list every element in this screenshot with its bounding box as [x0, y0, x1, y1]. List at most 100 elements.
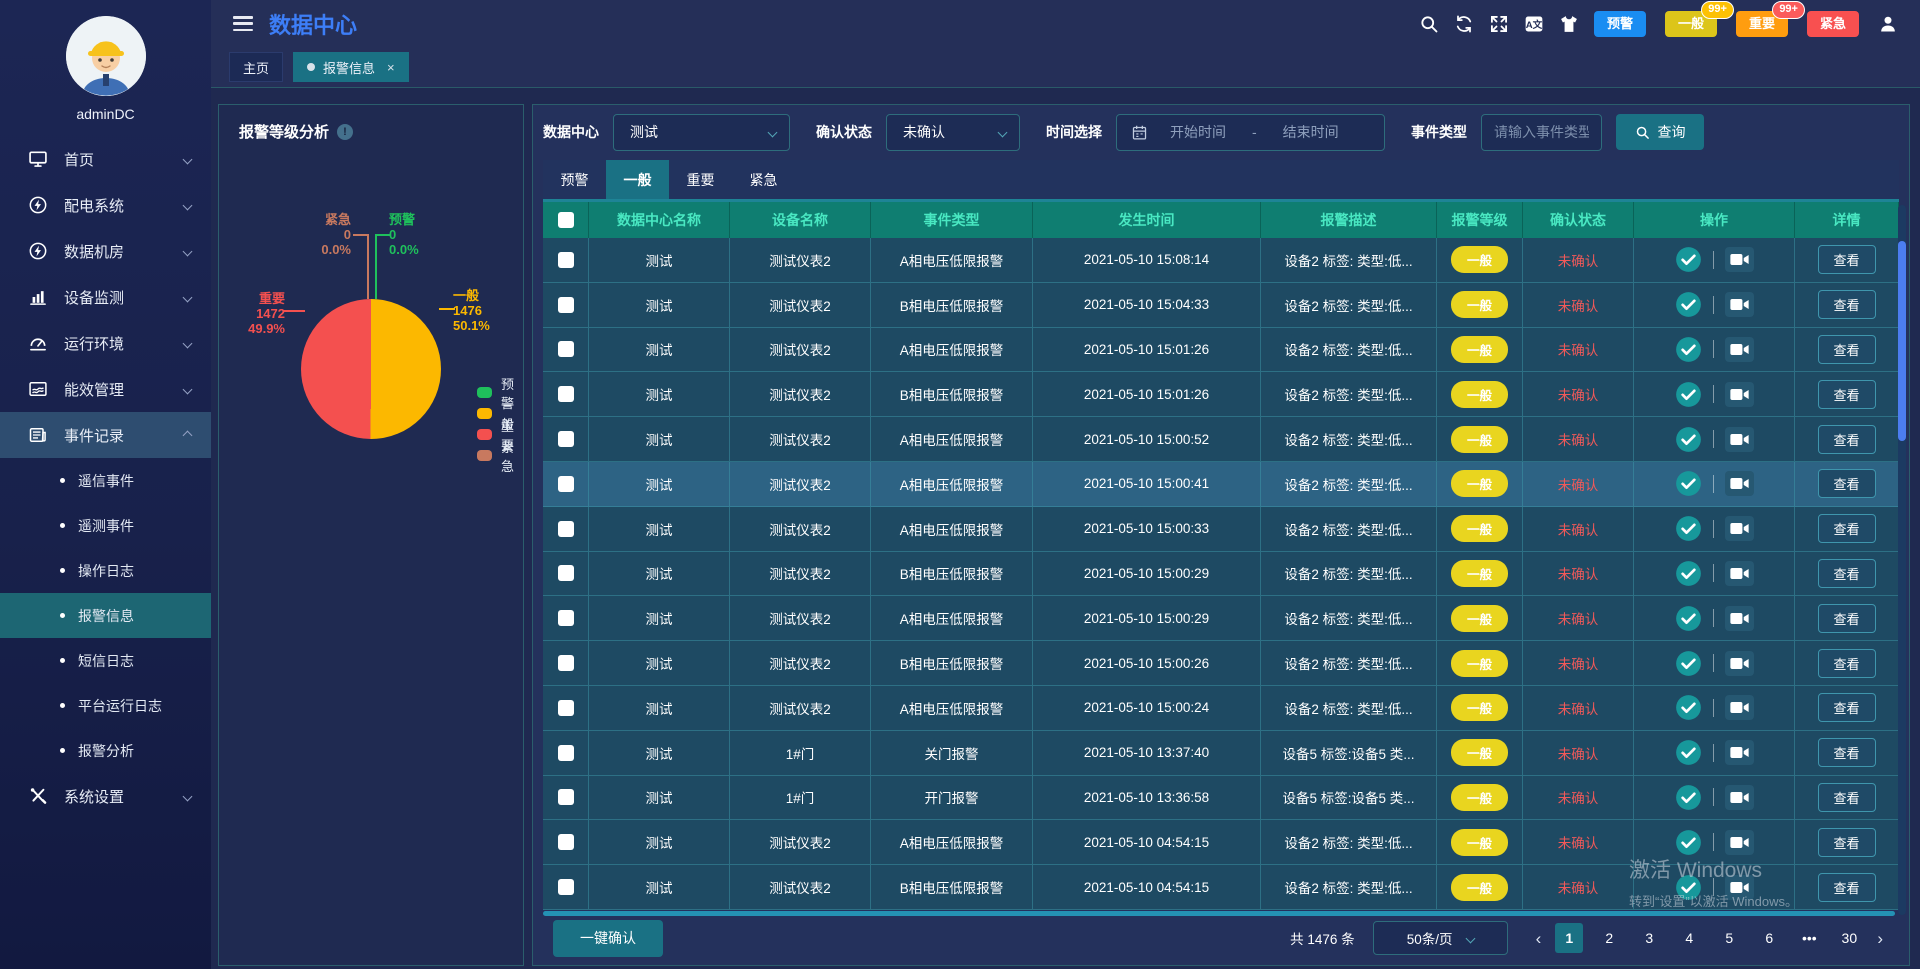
view-button[interactable]: 查看 — [1818, 604, 1876, 633]
confirm-check-icon[interactable] — [1675, 381, 1702, 408]
sidebar-item-data-room[interactable]: 数据机房 — [0, 228, 211, 274]
video-camera-icon[interactable] — [1725, 382, 1754, 407]
confirm-check-icon[interactable] — [1675, 336, 1702, 363]
sidebar-item-events[interactable]: 事件记录 — [0, 412, 211, 458]
view-button[interactable]: 查看 — [1818, 335, 1876, 364]
view-button[interactable]: 查看 — [1818, 873, 1876, 902]
view-button[interactable]: 查看 — [1818, 380, 1876, 409]
translate-icon[interactable]: A文 — [1524, 14, 1544, 34]
legend-item-紧急[interactable]: 紧急 — [477, 445, 523, 466]
sidebar-subitem-operation-log[interactable]: 操作日志 — [0, 548, 211, 593]
confirm-check-icon[interactable] — [1675, 739, 1702, 766]
page-number[interactable]: 2 — [1595, 923, 1623, 953]
video-camera-icon[interactable] — [1725, 561, 1754, 586]
video-camera-icon[interactable] — [1725, 785, 1754, 810]
view-button[interactable]: 查看 — [1818, 425, 1876, 454]
tab-重要[interactable]: 重要 — [669, 160, 732, 199]
confirm-check-icon[interactable] — [1675, 560, 1702, 587]
sidebar-item-device-monitor[interactable]: 设备监测 — [0, 274, 211, 320]
sidebar-item-energy[interactable]: 能效管理 — [0, 366, 211, 412]
page-number[interactable]: 5 — [1715, 923, 1743, 953]
confirm-check-icon[interactable] — [1675, 605, 1702, 632]
alarm-badge-预警[interactable]: 预警 — [1594, 11, 1646, 37]
video-camera-icon[interactable] — [1725, 875, 1754, 900]
page-number[interactable]: 1 — [1555, 923, 1583, 953]
view-button[interactable]: 查看 — [1818, 245, 1876, 274]
row-checkbox[interactable] — [558, 252, 574, 268]
view-button[interactable]: 查看 — [1818, 290, 1876, 319]
page-size-select[interactable]: 50条/页 — [1373, 921, 1508, 955]
row-checkbox[interactable] — [558, 700, 574, 716]
confirm-check-icon[interactable] — [1675, 246, 1702, 273]
tab-预警[interactable]: 预警 — [543, 160, 606, 199]
row-checkbox[interactable] — [558, 879, 574, 895]
sidebar-subitem-remote-signal[interactable]: 遥信事件 — [0, 458, 211, 503]
video-camera-icon[interactable] — [1725, 695, 1754, 720]
confirm-check-icon[interactable] — [1675, 291, 1702, 318]
row-checkbox[interactable] — [558, 610, 574, 626]
row-checkbox[interactable] — [558, 297, 574, 313]
theme-icon[interactable] — [1559, 14, 1579, 34]
video-camera-icon[interactable] — [1725, 651, 1754, 676]
sidebar-subitem-alarm-info[interactable]: 报警信息 — [0, 593, 211, 638]
vertical-scrollbar-thumb[interactable] — [1898, 241, 1906, 441]
sidebar-subitem-platform-log[interactable]: 平台运行日志 — [0, 683, 211, 728]
video-camera-icon[interactable] — [1725, 830, 1754, 855]
row-checkbox[interactable] — [558, 655, 574, 671]
page-number[interactable]: 30 — [1835, 923, 1863, 953]
page-number[interactable]: 3 — [1635, 923, 1663, 953]
confirm-check-icon[interactable] — [1675, 784, 1702, 811]
sidebar-item-settings[interactable]: 系统设置 — [0, 773, 211, 819]
video-camera-icon[interactable] — [1725, 427, 1754, 452]
row-checkbox[interactable] — [558, 565, 574, 581]
confirm-check-icon[interactable] — [1675, 829, 1702, 856]
refresh-icon[interactable] — [1454, 14, 1474, 34]
video-camera-icon[interactable] — [1725, 740, 1754, 765]
tab-一般[interactable]: 一般 — [606, 160, 669, 199]
user-icon[interactable] — [1878, 14, 1898, 34]
confirm-check-icon[interactable] — [1675, 694, 1702, 721]
row-checkbox[interactable] — [558, 431, 574, 447]
confirm-all-button[interactable]: 一键确认 — [553, 920, 663, 957]
view-button[interactable]: 查看 — [1818, 693, 1876, 722]
info-icon[interactable]: ! — [337, 124, 353, 140]
alarm-badge-紧急[interactable]: 紧急 — [1807, 11, 1859, 37]
menu-toggle-icon[interactable] — [233, 16, 253, 31]
video-camera-icon[interactable] — [1725, 337, 1754, 362]
alarm-badge-重要[interactable]: 重要99+ — [1736, 11, 1788, 37]
alarm-badge-一般[interactable]: 一般99+ — [1665, 11, 1717, 37]
sidebar-item-home[interactable]: 首页 — [0, 136, 211, 182]
sidebar-item-environment[interactable]: 运行环境 — [0, 320, 211, 366]
breadcrumb-home[interactable]: 主页 — [229, 52, 283, 82]
select-all-checkbox[interactable] — [558, 212, 574, 228]
view-button[interactable]: 查看 — [1818, 783, 1876, 812]
fullscreen-icon[interactable] — [1489, 14, 1509, 34]
confirm-check-icon[interactable] — [1675, 426, 1702, 453]
datacenter-select[interactable]: 测试 — [613, 114, 790, 151]
search-icon[interactable] — [1419, 14, 1439, 34]
breadcrumb-active-tab[interactable]: 报警信息 × — [293, 52, 409, 82]
prev-page-arrow[interactable]: ‹ — [1536, 930, 1542, 947]
sidebar-subitem-alarm-analysis[interactable]: 报警分析 — [0, 728, 211, 773]
sidebar-subitem-sms-log[interactable]: 短信日志 — [0, 638, 211, 683]
view-button[interactable]: 查看 — [1818, 559, 1876, 588]
view-button[interactable]: 查看 — [1818, 738, 1876, 767]
page-number[interactable]: 6 — [1755, 923, 1783, 953]
search-button[interactable]: 查询 — [1616, 114, 1704, 150]
event-type-input[interactable] — [1481, 114, 1602, 151]
row-checkbox[interactable] — [558, 476, 574, 492]
row-checkbox[interactable] — [558, 386, 574, 402]
view-button[interactable]: 查看 — [1818, 514, 1876, 543]
video-camera-icon[interactable] — [1725, 292, 1754, 317]
close-tab-icon[interactable]: × — [387, 60, 395, 75]
video-camera-icon[interactable] — [1725, 471, 1754, 496]
row-checkbox[interactable] — [558, 745, 574, 761]
confirm-check-icon[interactable] — [1675, 515, 1702, 542]
confirm-check-icon[interactable] — [1675, 874, 1702, 901]
confirm-status-select[interactable]: 未确认 — [886, 114, 1020, 151]
view-button[interactable]: 查看 — [1818, 469, 1876, 498]
tab-紧急[interactable]: 紧急 — [732, 160, 795, 199]
view-button[interactable]: 查看 — [1818, 828, 1876, 857]
sidebar-item-power-system[interactable]: 配电系统 — [0, 182, 211, 228]
video-camera-icon[interactable] — [1725, 247, 1754, 272]
